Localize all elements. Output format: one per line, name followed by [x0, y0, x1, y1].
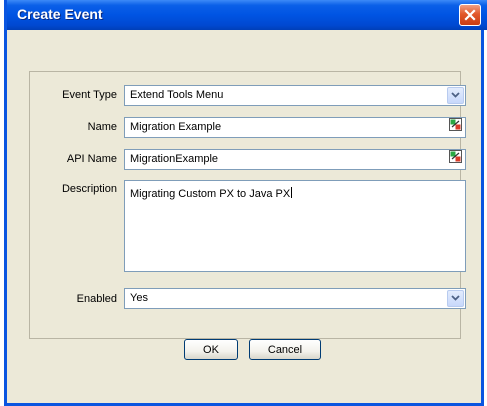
enabled-label: Enabled [76, 293, 117, 305]
enabled-dropdown-button[interactable] [447, 290, 464, 307]
event-type-dropdown-button[interactable] [447, 87, 464, 104]
ok-button[interactable]: OK [184, 339, 238, 360]
description-label: Description [61, 183, 117, 195]
description-textarea[interactable]: Migrating Custom PX to Java PX [124, 180, 466, 272]
description-value: Migrating Custom PX to Java PX [130, 188, 291, 200]
name-field[interactable]: Migration Example [124, 117, 466, 138]
translate-icon [449, 150, 462, 169]
close-icon [464, 9, 476, 21]
close-button[interactable] [459, 4, 481, 26]
chevron-down-icon [451, 86, 460, 105]
dialog-title: Create Event [17, 6, 103, 22]
dialog-content: Event Type Extend Tools Menu Name Migrat… [7, 30, 481, 403]
enabled-select[interactable]: Yes [124, 288, 466, 309]
translate-icon [449, 118, 462, 137]
name-value: Migration Example [130, 121, 222, 133]
event-type-label: Event Type [62, 89, 117, 101]
api-name-field[interactable]: MigrationExample [124, 149, 466, 170]
create-event-dialog: Create Event Event Type Extend Tools Men… [4, 0, 487, 406]
chevron-down-icon [451, 289, 460, 308]
text-caret [291, 187, 293, 198]
event-type-value: Extend Tools Menu [130, 89, 224, 101]
name-translate-button[interactable] [448, 118, 463, 137]
api-name-translate-button[interactable] [448, 150, 463, 169]
enabled-value: Yes [130, 292, 148, 304]
title-bar[interactable]: Create Event [7, 0, 487, 30]
api-name-value: MigrationExample [130, 153, 219, 165]
event-type-select[interactable]: Extend Tools Menu [124, 85, 466, 106]
cancel-button[interactable]: Cancel [249, 339, 321, 360]
name-label: Name [87, 121, 117, 133]
api-name-label: API Name [66, 153, 117, 165]
